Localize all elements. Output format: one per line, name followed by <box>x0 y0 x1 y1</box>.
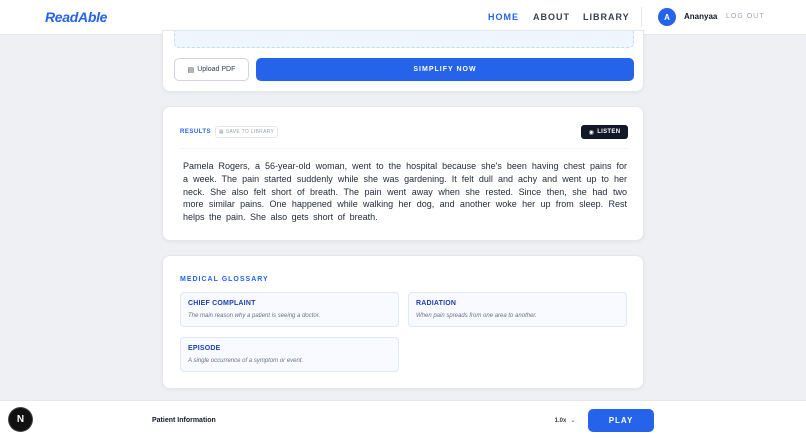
glossary-term-card: RADIATION When pain spreads from one are… <box>408 292 627 327</box>
document-icon: ▤ <box>187 66 195 74</box>
user-avatar[interactable]: A <box>658 8 676 26</box>
logout-button[interactable]: LOG OUT <box>726 13 765 20</box>
bookmark-icon: ▦ <box>218 129 224 135</box>
upload-pdf-button[interactable]: ▤ Upload PDF <box>174 58 249 81</box>
player-title: Patient Information <box>152 417 216 424</box>
glossary-term: RADIATION <box>416 300 457 307</box>
nav-divider <box>641 7 642 27</box>
speaker-icon: ◉ <box>588 129 595 136</box>
glossary-card: MEDICAL GLOSSARY CHIEF COMPLAINT The mai… <box>162 255 644 389</box>
glossary-definition: A single occurrence of a symptom or even… <box>188 358 304 364</box>
play-button[interactable]: PLAY <box>588 409 654 432</box>
glossary-term-card: EPISODE A single occurrence of a symptom… <box>180 337 399 372</box>
audio-player-bar: N Patient Information 1.0x ⌄ PLAY <box>0 400 806 440</box>
playback-speed-value: 1.0x <box>554 417 567 424</box>
simplify-now-button[interactable]: SIMPLIFY NOW <box>256 58 634 81</box>
glossary-term: EPISODE <box>188 345 221 352</box>
glossary-definition: When pain spreads from one area to anoth… <box>416 313 537 319</box>
glossary-term: CHIEF COMPLAINT <box>188 300 256 307</box>
glossary-definition: The main reason why a patient is seeing … <box>188 313 321 319</box>
save-to-library-label: SAVE TO LIBRARY <box>225 129 275 135</box>
app-logo[interactable]: ReadAble <box>45 9 107 25</box>
input-card: ▤ Upload PDF SIMPLIFY NOW <box>162 30 644 92</box>
results-heading: RESULTS <box>180 129 212 135</box>
nav-about[interactable]: ABOUT <box>533 12 570 22</box>
text-input-area[interactable] <box>174 31 634 48</box>
listen-label: LISTEN <box>597 129 621 135</box>
playback-speed-select[interactable]: 1.0x ⌄ <box>549 413 581 428</box>
results-card: RESULTS ▦ SAVE TO LIBRARY ◉ LISTEN Pamel… <box>162 106 644 241</box>
glossary-heading: MEDICAL GLOSSARY <box>180 276 269 283</box>
chevron-down-icon: ⌄ <box>570 418 576 424</box>
listen-button[interactable]: ◉ LISTEN <box>581 125 628 139</box>
nav-home[interactable]: HOME <box>488 12 519 22</box>
upload-pdf-label: Upload PDF <box>197 66 236 73</box>
nav-library[interactable]: LIBRARY <box>583 12 630 22</box>
glossary-term-card: CHIEF COMPLAINT The main reason why a pa… <box>180 292 399 327</box>
nextjs-badge-icon[interactable]: N <box>9 408 32 431</box>
save-to-library-button[interactable]: ▦ SAVE TO LIBRARY <box>215 126 278 138</box>
results-divider <box>180 148 628 149</box>
user-name: Ananyaa <box>684 12 718 21</box>
simplified-text: Pamela Rogers, a 56-year-old woman, went… <box>183 161 627 223</box>
